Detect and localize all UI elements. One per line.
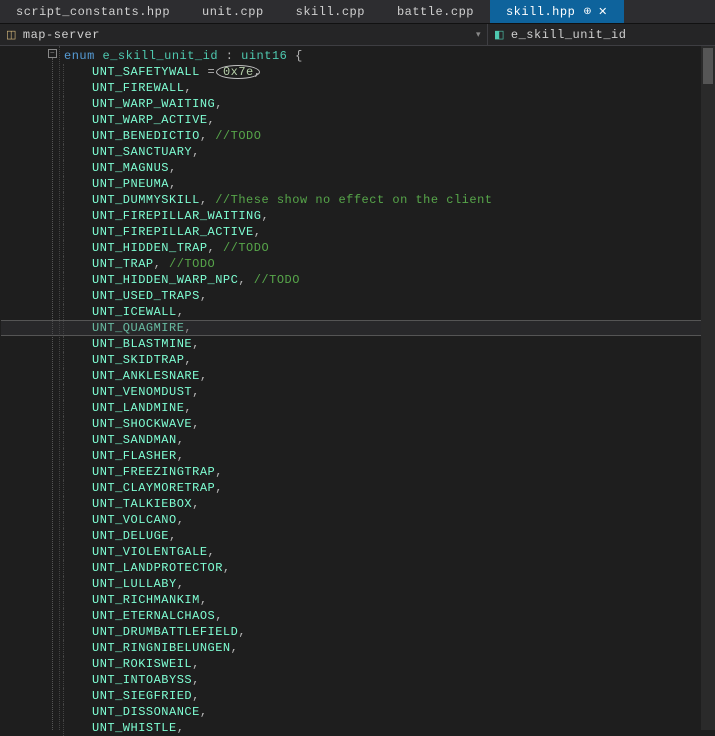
code-line[interactable]: UNT_DUMMYSKILL, //These show no effect o…: [63, 192, 715, 208]
code-line[interactable]: UNT_USED_TRAPS,: [63, 288, 715, 304]
code-line[interactable]: UNT_DRUMBATTLEFIELD,: [63, 624, 715, 640]
tab-skill-hpp[interactable]: skill.hpp ⊕ ✕: [490, 0, 624, 23]
tab-script_constants-hpp[interactable]: script_constants.hpp: [0, 0, 186, 23]
code-line[interactable]: UNT_LANDMINE,: [63, 400, 715, 416]
close-icon[interactable]: ✕: [598, 5, 608, 19]
code-line[interactable]: UNT_SKIDTRAP,: [63, 352, 715, 368]
code-line[interactable]: UNT_BLASTMINE,: [63, 336, 715, 352]
code-line[interactable]: UNT_SHOCKWAVE,: [63, 416, 715, 432]
scrollbar-thumb[interactable]: [703, 48, 713, 84]
code-line[interactable]: UNT_FLASHER,: [63, 448, 715, 464]
fold-toggle[interactable]: −: [48, 49, 57, 58]
tab-bar: script_constants.hpp unit.cpp skill.cpp bat…: [0, 0, 715, 24]
code-editor[interactable]: − enum e_skill_unit_id : uint16 {UNT_SAF…: [0, 46, 715, 730]
code-line[interactable]: UNT_ETERNALCHAOS,: [63, 608, 715, 624]
fold-line: [52, 58, 53, 730]
tab-label: battle.cpp: [397, 5, 474, 19]
code-line[interactable]: UNT_FIREWALL,: [63, 80, 715, 96]
code-line[interactable]: UNT_VENOMDUST,: [63, 384, 715, 400]
code-line[interactable]: UNT_SIEGFRIED,: [63, 688, 715, 704]
code-line[interactable]: UNT_SANDMAN,: [63, 432, 715, 448]
pin-icon[interactable]: ⊕: [583, 6, 592, 18]
code-line[interactable]: UNT_CLAYMORETRAP,: [63, 480, 715, 496]
tab-label: script_constants.hpp: [16, 5, 170, 19]
code-line[interactable]: UNT_FREEZINGTRAP,: [63, 464, 715, 480]
chevron-down-icon: ▾: [476, 30, 481, 40]
code-line[interactable]: UNT_FIREPILLAR_ACTIVE,: [63, 224, 715, 240]
code-line[interactable]: UNT_MAGNUS,: [63, 160, 715, 176]
code-line[interactable]: UNT_ROKISWEIL,: [63, 656, 715, 672]
enum-icon: ◧: [494, 28, 505, 42]
code-line[interactable]: UNT_FIREPILLAR_WAITING,: [63, 208, 715, 224]
code-area[interactable]: enum e_skill_unit_id : uint16 {UNT_SAFET…: [60, 46, 715, 730]
code-line[interactable]: UNT_BENEDICTIO, //TODO: [63, 128, 715, 144]
navigation-bar: ◫ map-server ▾ ◧ e_skill_unit_id: [0, 24, 715, 46]
code-line[interactable]: UNT_QUAGMIRE,: [63, 320, 715, 336]
tab-label: skill.hpp: [506, 5, 575, 19]
code-line[interactable]: UNT_WARP_WAITING,: [63, 96, 715, 112]
outline-column: −: [22, 46, 60, 730]
code-line[interactable]: UNT_LULLABY,: [63, 576, 715, 592]
code-line[interactable]: UNT_WHISTLE,: [63, 720, 715, 736]
code-line[interactable]: UNT_ICEWALL,: [63, 304, 715, 320]
code-line[interactable]: UNT_DISSONANCE,: [63, 704, 715, 720]
code-line[interactable]: UNT_INTOABYSS,: [63, 672, 715, 688]
tab-label: skill.cpp: [296, 5, 365, 19]
editor-gutter: [0, 46, 22, 730]
code-line[interactable]: UNT_ANKLESNARE,: [63, 368, 715, 384]
code-line[interactable]: UNT_HIDDEN_WARP_NPC, //TODO: [63, 272, 715, 288]
code-line[interactable]: UNT_DELUGE,: [63, 528, 715, 544]
code-line[interactable]: UNT_VIOLENTGALE,: [63, 544, 715, 560]
scope-dropdown-left[interactable]: ◫ map-server ▾: [0, 24, 488, 45]
tab-battle-cpp[interactable]: battle.cpp: [381, 0, 490, 23]
code-line[interactable]: UNT_TALKIEBOX,: [63, 496, 715, 512]
code-line[interactable]: UNT_RINGNIBELUNGEN,: [63, 640, 715, 656]
vertical-scrollbar[interactable]: [701, 46, 715, 730]
code-line[interactable]: UNT_TRAP, //TODO: [63, 256, 715, 272]
scope-dropdown-right[interactable]: ◧ e_skill_unit_id: [488, 24, 715, 45]
scope-left-label: map-server: [23, 28, 100, 42]
code-line[interactable]: UNT_HIDDEN_TRAP, //TODO: [63, 240, 715, 256]
code-line[interactable]: UNT_VOLCANO,: [63, 512, 715, 528]
tab-label: unit.cpp: [202, 5, 264, 19]
code-line[interactable]: UNT_LANDPROTECTOR,: [63, 560, 715, 576]
scope-right-label: e_skill_unit_id: [511, 28, 627, 42]
code-line[interactable]: UNT_RICHMANKIM,: [63, 592, 715, 608]
project-icon: ◫: [6, 28, 17, 42]
code-line[interactable]: UNT_PNEUMA,: [63, 176, 715, 192]
tab-skill-cpp[interactable]: skill.cpp: [280, 0, 381, 23]
code-line[interactable]: enum e_skill_unit_id : uint16 {: [60, 48, 715, 64]
code-line[interactable]: UNT_WARP_ACTIVE,: [63, 112, 715, 128]
code-line[interactable]: UNT_SAFETYWALL = 0x7e,: [63, 64, 715, 80]
tab-unit-cpp[interactable]: unit.cpp: [186, 0, 280, 23]
code-line[interactable]: UNT_SANCTUARY,: [63, 144, 715, 160]
